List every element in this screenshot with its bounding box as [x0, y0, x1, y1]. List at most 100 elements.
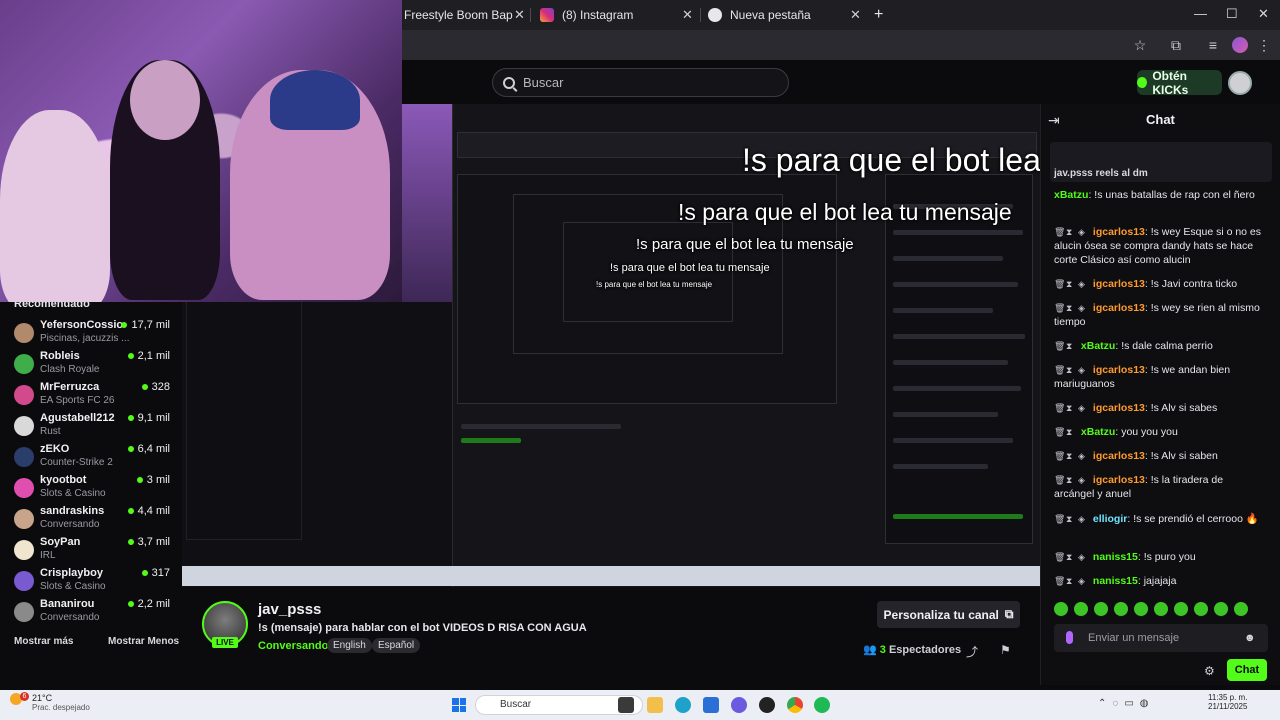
- gear-icon[interactable]: ⚙: [1204, 664, 1215, 678]
- trash-icon[interactable]: 🗑: [1054, 225, 1065, 239]
- chat-send-button[interactable]: Chat: [1227, 659, 1267, 681]
- trash-icon[interactable]: 🗑: [1054, 512, 1065, 526]
- streamer-name[interactable]: jav_psss: [258, 601, 321, 618]
- share-icon[interactable]: ⤴: [966, 643, 978, 660]
- avatar[interactable]: [1228, 71, 1252, 95]
- chat-username[interactable]: igcarlos13: [1093, 474, 1145, 486]
- sidebar-item-crisplayboy[interactable]: Crisplayboy Slots & Casino 317: [14, 567, 174, 597]
- show-less-button[interactable]: Mostrar Menos: [108, 636, 179, 647]
- sidebar-item-bananirou[interactable]: Bananirou Conversando 2,2 mil: [14, 598, 174, 628]
- timeout-icon[interactable]: ⧗: [1066, 473, 1075, 487]
- maximize-button[interactable]: ☐: [1226, 6, 1238, 22]
- windows-start-icon[interactable]: [452, 698, 466, 712]
- trash-icon[interactable]: 🗑: [1054, 473, 1065, 487]
- file-explorer-icon[interactable]: [647, 697, 663, 713]
- stream-category[interactable]: Conversando: [258, 640, 328, 652]
- chat-username[interactable]: elliogir: [1093, 513, 1127, 525]
- timeout-icon[interactable]: ⧗: [1066, 574, 1075, 588]
- tab-youtube[interactable]: Freestyle Boom Bap Beat | "M ✕: [404, 4, 525, 26]
- emoji-icon[interactable]: ☻: [1244, 632, 1256, 644]
- tag-espanol[interactable]: Español: [372, 638, 421, 653]
- emote-icon[interactable]: [1154, 602, 1168, 616]
- minimize-button[interactable]: —: [1194, 6, 1207, 21]
- chat-input[interactable]: Enviar un mensaje: [1054, 624, 1268, 652]
- emote-icon[interactable]: [1114, 602, 1128, 616]
- emote-icon[interactable]: [1054, 602, 1068, 616]
- chat-username[interactable]: xBatzu: [1081, 426, 1115, 438]
- timeout-icon[interactable]: ⧗: [1066, 277, 1075, 291]
- sidebar-item-zeko[interactable]: zEKO Counter-Strike 2 6,4 mil: [14, 443, 174, 473]
- close-icon[interactable]: ✕: [514, 7, 525, 23]
- emote-icon[interactable]: [1174, 602, 1188, 616]
- chat-username[interactable]: igcarlos13: [1093, 402, 1145, 414]
- tag-english[interactable]: English: [327, 638, 372, 653]
- sidebar-item-yefersoncossio[interactable]: YefersonCossio Piscinas, jacuzzis ... 17…: [14, 319, 174, 349]
- emote-icon[interactable]: [1234, 602, 1248, 616]
- weather-widget[interactable]: 21°C Prac. despejado: [32, 693, 90, 712]
- edge-icon[interactable]: [675, 697, 691, 713]
- sidebar-item-robleis[interactable]: Robleis Clash Royale 2,1 mil: [14, 350, 174, 380]
- sidebar-item-mrferruzca[interactable]: MrFerruzca EA Sports FC 26 328: [14, 381, 174, 411]
- trash-icon[interactable]: 🗑: [1054, 301, 1065, 315]
- media-control-icon[interactable]: ≡: [1205, 37, 1221, 53]
- chat-username[interactable]: igcarlos13: [1093, 278, 1145, 290]
- sidebar-item-kyootbot[interactable]: kyootbot Slots & Casino 3 mil: [14, 474, 174, 504]
- chat-username[interactable]: igcarlos13: [1093, 302, 1145, 314]
- timeout-icon[interactable]: ⧗: [1066, 225, 1075, 239]
- chrome-icon[interactable]: [787, 697, 803, 713]
- spotify-icon[interactable]: [814, 697, 830, 713]
- app-icon[interactable]: [759, 697, 775, 713]
- chat-username[interactable]: igcarlos13: [1093, 364, 1145, 376]
- emote-icon[interactable]: [1194, 602, 1208, 616]
- chat-username[interactable]: naniss15: [1093, 575, 1138, 587]
- system-tray[interactable]: ⌃◌▭◍: [1098, 698, 1155, 709]
- timeout-icon[interactable]: ⧗: [1066, 301, 1075, 315]
- chat-username[interactable]: xBatzu: [1054, 189, 1088, 201]
- get-kicks-button[interactable]: Obtén KICKs: [1137, 69, 1222, 97]
- clock[interactable]: 11:35 p. m. 21/11/2025: [1208, 693, 1247, 711]
- new-tab-button[interactable]: +: [874, 4, 888, 26]
- trash-icon[interactable]: 🗑: [1054, 363, 1065, 377]
- trash-icon[interactable]: 🗑: [1054, 277, 1065, 291]
- extensions-icon[interactable]: ⧉: [1168, 37, 1184, 53]
- bookmark-star-icon[interactable]: ☆: [1132, 37, 1148, 53]
- close-icon[interactable]: ✕: [682, 7, 693, 23]
- timeout-icon[interactable]: ⧗: [1066, 449, 1075, 463]
- discord-icon[interactable]: [731, 697, 747, 713]
- follow-icon[interactable]: ⚑: [1000, 643, 1011, 657]
- customize-channel-button[interactable]: Personaliza tu canal ⧉: [877, 601, 1020, 628]
- search-input[interactable]: Buscar: [492, 68, 789, 97]
- outlook-icon[interactable]: [703, 697, 719, 713]
- sidebar-item-agustabell212[interactable]: Agustabell212 Rust 9,1 mil: [14, 412, 174, 442]
- close-icon[interactable]: ✕: [850, 7, 861, 23]
- tab-new-tab[interactable]: Nueva pestaña ✕: [708, 4, 862, 26]
- tab-instagram[interactable]: (8) Instagram ✕: [540, 4, 693, 26]
- microphone-icon[interactable]: [1066, 631, 1073, 644]
- timeout-icon[interactable]: ⧗: [1066, 401, 1075, 415]
- emote-icon[interactable]: [1094, 602, 1108, 616]
- chat-username[interactable]: igcarlos13: [1093, 450, 1145, 462]
- chat-username[interactable]: xBatzu: [1081, 340, 1115, 352]
- emote-icon[interactable]: [1074, 602, 1088, 616]
- trash-icon[interactable]: 🗑: [1054, 425, 1065, 439]
- trash-icon[interactable]: 🗑: [1054, 574, 1065, 588]
- trash-icon[interactable]: 🗑: [1054, 449, 1065, 463]
- timeout-icon[interactable]: ⧗: [1066, 512, 1075, 526]
- trash-icon[interactable]: 🗑: [1054, 401, 1065, 415]
- collapse-chat-icon[interactable]: ⇥: [1048, 112, 1060, 129]
- emote-icon[interactable]: [1134, 602, 1148, 616]
- close-window-button[interactable]: ✕: [1258, 6, 1269, 22]
- timeout-icon[interactable]: ⧗: [1066, 339, 1075, 353]
- timeout-icon[interactable]: ⧗: [1066, 425, 1075, 439]
- profile-icon[interactable]: [1232, 37, 1248, 53]
- chat-username[interactable]: naniss15: [1093, 551, 1138, 563]
- task-view-icon[interactable]: [618, 697, 634, 713]
- timeout-icon[interactable]: ⧗: [1066, 363, 1075, 377]
- trash-icon[interactable]: 🗑: [1054, 339, 1065, 353]
- sidebar-item-sandraskins[interactable]: sandraskins Conversando 4,4 mil: [14, 505, 174, 535]
- show-more-button[interactable]: Mostrar más: [14, 636, 73, 647]
- chat-username[interactable]: igcarlos13: [1093, 226, 1145, 238]
- more-menu-icon[interactable]: ⋮: [1256, 37, 1272, 53]
- sidebar-item-soypan[interactable]: SoyPan IRL 3,7 mil: [14, 536, 174, 566]
- trash-icon[interactable]: 🗑: [1054, 550, 1065, 564]
